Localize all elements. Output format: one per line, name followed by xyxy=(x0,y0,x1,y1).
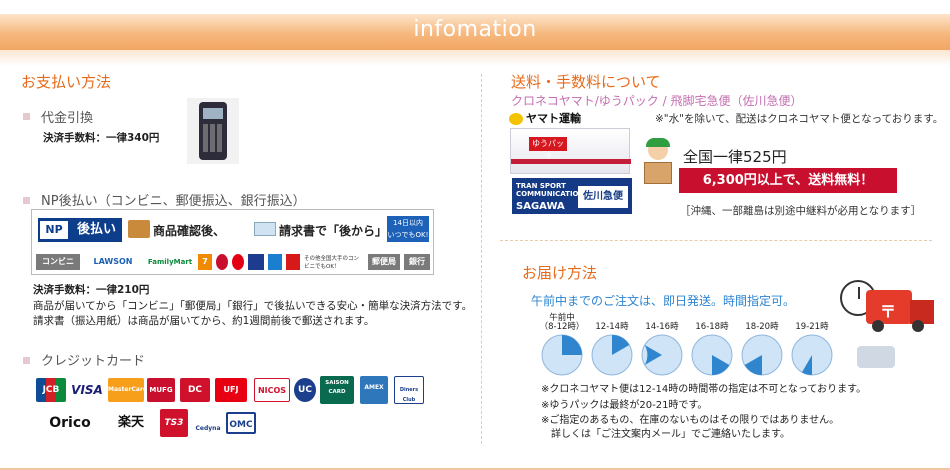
free-shipping-banner: 6,300円以上で、送料無料！ xyxy=(679,168,897,193)
yamato-logo: ヤマト運輸 xyxy=(509,110,599,126)
courier-icon xyxy=(640,138,674,192)
sagawa-kanji: 佐川急便 xyxy=(578,186,628,208)
np-desc2: 請求書（振込用紙）は商品が届いてから、約1週間前後で郵送されます。 xyxy=(33,315,375,327)
store-logo-icon xyxy=(232,254,244,270)
column-divider xyxy=(481,74,482,444)
section-divider xyxy=(500,240,932,241)
np-badge-line2: いつでもOK! xyxy=(387,231,429,239)
time-slot-label: 19-21時 xyxy=(795,322,829,332)
card-mastercard: MasterCard xyxy=(108,378,147,402)
time-slot-clock-icon xyxy=(591,334,633,376)
header-glow xyxy=(0,50,950,66)
store-lawson: LAWSON xyxy=(84,254,142,270)
sagawa-name: SAGAWA xyxy=(516,201,565,212)
card-amex: AMEX xyxy=(360,376,388,404)
shipping-carriers: クロネコヤマト/ゆうパック / 飛脚宅急便（佐川急便） xyxy=(511,94,803,108)
yamato-cat-icon xyxy=(509,113,523,125)
store-other: その他全国大手のコンビニでもOK！ xyxy=(304,254,364,270)
header-title: infomation xyxy=(413,17,537,42)
card-jcb: JCB xyxy=(36,378,66,402)
bullet-icon xyxy=(23,357,30,364)
card-nicos: NICOS xyxy=(254,378,290,402)
np-banner-text1: 商品確認後、 xyxy=(153,224,226,238)
delivery-note: ※ゆうパックは最終が20-21時です。 xyxy=(541,400,708,411)
card-mufg: MUFG xyxy=(147,378,175,402)
delivery-note: ※クロネコヤマト便は12-14時の時間帯の指定は不可となっております。 xyxy=(541,384,867,395)
info-panel: infomation お支払い方法 代金引換 決済手数料：一律340円 NP後払… xyxy=(0,0,950,470)
np-logo-text: 後払い xyxy=(76,222,116,237)
card-diners: Diners Club xyxy=(394,376,424,404)
card-orico: Orico xyxy=(36,411,104,435)
truck-logo: 〒 xyxy=(880,302,897,321)
flat-rate: 全国一律525円 xyxy=(683,148,787,166)
store-konbini: コンビニ xyxy=(36,254,80,270)
scooter-icon xyxy=(857,346,895,368)
card-saison: SAISON CARD xyxy=(320,376,354,404)
store-logo-icon xyxy=(216,254,228,270)
store-seven: 7 xyxy=(198,254,212,270)
sagawa-logo: TRAN SPORT COMMUNICATION SAGAWA 佐川急便 xyxy=(512,178,632,214)
np-badge: 14日以内 いつでもOK! xyxy=(387,216,429,242)
np-logo: NP 後払い xyxy=(38,218,122,242)
payment-title: お支払い方法 xyxy=(21,73,112,91)
card-uc: UC xyxy=(294,378,316,402)
payment-terminal-image xyxy=(187,98,239,164)
time-slot-clock-icon xyxy=(741,334,783,376)
store-post-office: 郵便局 xyxy=(368,254,400,270)
card-rakuten: 楽天 xyxy=(110,409,152,437)
time-slot-clock-icon xyxy=(791,334,833,376)
card-visa: VISA xyxy=(69,378,105,402)
time-slot-clock-icon xyxy=(541,334,583,376)
store-logo-icon xyxy=(286,254,300,270)
same-day-shipping: 午前中までのご注文は、即日発送。時間指定可。 xyxy=(531,294,796,308)
cod-title: 代金引換 xyxy=(41,111,94,126)
package-icon xyxy=(128,220,150,238)
yupack-box-image: ゆうパック xyxy=(510,128,631,174)
delivery-title: お届け方法 xyxy=(522,264,598,282)
carrier-note: ※"水"を除いて、配送はクロネコヤマト便となっております。 xyxy=(655,113,944,125)
time-slot-clock-icon xyxy=(691,334,733,376)
bullet-icon xyxy=(23,197,30,204)
np-store-logos: コンビニ LAWSON FamilyMart 7 その他全国大手のコンビニでもO… xyxy=(34,252,432,272)
card-dc: DC xyxy=(180,378,210,402)
np-fee: 決済手数料：一律210円 xyxy=(33,284,150,296)
remote-area-note: ［沖縄、一部離島は別途中継料が必用となります］ xyxy=(680,205,922,217)
invoice-icon xyxy=(254,222,276,236)
np-title: NP後払い（コンビニ、郵便振込、銀行振込） xyxy=(41,194,306,209)
credit-title: クレジットカード xyxy=(41,354,146,369)
store-logo-icon xyxy=(248,254,264,270)
np-logo-mark: NP xyxy=(40,221,68,239)
np-desc1: 商品が届いてから「コンビニ」「郵便局」「銀行」で後払いできる安心・簡単な決済方法… xyxy=(33,300,473,312)
np-badge-line1: 14日以内 xyxy=(393,219,423,227)
card-omc: OMC xyxy=(226,412,256,434)
yamato-logo-text: ヤマト運輸 xyxy=(526,112,581,125)
store-bank: 銀行 xyxy=(404,254,430,270)
delivery-note: ※ご指定のあるもの、在庫のないものはその限りではありません。 xyxy=(541,415,840,426)
bullet-icon xyxy=(23,113,30,120)
card-ts3: TS3 xyxy=(160,409,188,437)
delivery-truck-icon: 〒 xyxy=(866,290,938,332)
store-logo-icon xyxy=(268,254,282,270)
yupack-label: ゆうパック xyxy=(529,137,567,162)
delivery-note: 詳しくは「ご注文案内メール」でご連絡いたします。 xyxy=(541,429,790,440)
np-banner[interactable]: NP 後払い 商品確認後、 請求書で「後から」払える！ 14日以内 いつでもOK… xyxy=(31,209,435,275)
card-ufj: UFJ xyxy=(215,378,247,402)
store-familymart: FamilyMart xyxy=(146,254,194,270)
shipping-title: 送料・手数料について xyxy=(511,73,661,91)
card-cedyna: Cedyna xyxy=(194,409,222,437)
cod-fee: 決済手数料：一律340円 xyxy=(43,132,160,144)
time-slot-clock-icon xyxy=(641,334,683,376)
